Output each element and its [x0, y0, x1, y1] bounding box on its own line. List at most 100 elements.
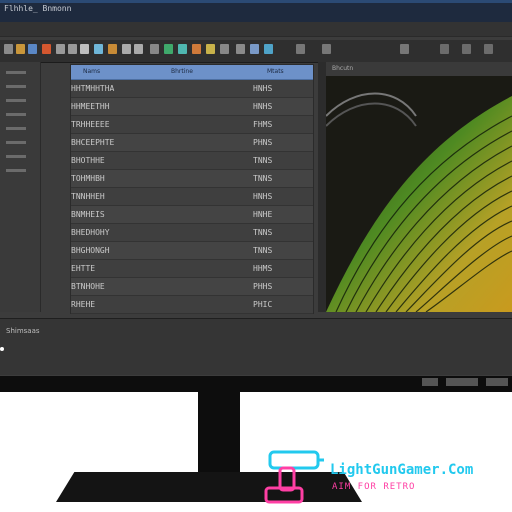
- title-bar-accent: [0, 0, 512, 3]
- table-row[interactable]: BNMHEIS HNHE: [71, 206, 313, 224]
- sidebar: [0, 62, 41, 312]
- open-folder-icon[interactable]: [16, 44, 25, 54]
- sidebar-item[interactable]: [6, 96, 32, 104]
- watermark-logo: LightGunGamer.Com AIM FOR RETRO: [262, 448, 512, 506]
- cell-name: BNMHEIS: [71, 210, 105, 219]
- cell-value: TNNS: [253, 246, 273, 255]
- light-gun-icon: [264, 450, 324, 504]
- cell-name: BTNHOHE: [71, 282, 105, 291]
- table-row[interactable]: HHTMHHTHA HNHS: [71, 80, 313, 98]
- cell-value: HHMS: [253, 264, 273, 273]
- sidebar-item[interactable]: [6, 166, 32, 174]
- save-icon[interactable]: [28, 44, 37, 54]
- sidebar-item[interactable]: [6, 138, 32, 146]
- star-icon[interactable]: [206, 44, 215, 54]
- cut-icon[interactable]: [56, 44, 65, 54]
- image-preview-panel: Bhcutn: [326, 62, 512, 312]
- cell-name: BHOTHHE: [71, 156, 105, 165]
- filter-icon[interactable]: [220, 44, 229, 54]
- undo-icon[interactable]: [122, 44, 131, 54]
- cell-value: HNHS: [253, 102, 273, 111]
- fit-screen-icon[interactable]: [462, 44, 471, 54]
- table-row[interactable]: HHMEETHH HNHS: [71, 98, 313, 116]
- window-title: Flhhle_ Bnmonn: [4, 4, 72, 13]
- cell-name: HHTMHHTHA: [71, 84, 115, 93]
- status-icon[interactable]: [422, 378, 438, 386]
- redo-icon[interactable]: [134, 44, 143, 54]
- fullscreen-icon[interactable]: [484, 44, 493, 54]
- table-row[interactable]: BHCEEPHTE PHNS: [71, 134, 313, 152]
- monitor-bezel: Flhhle_ Bnmonn Nams Bhrtine Mtats HHTMHH…: [0, 0, 512, 392]
- cell-name: EHTTE: [71, 264, 96, 273]
- bottom-panel: Shimsaas: [0, 318, 512, 375]
- title-bar: Flhhle_ Bnmonn: [0, 0, 512, 23]
- cell-name: TRHHEEEE: [71, 120, 110, 129]
- table-row[interactable]: TNNHHEH HNHS: [71, 188, 313, 206]
- menu-bar[interactable]: [0, 22, 512, 37]
- cell-value: PHIC: [253, 300, 273, 309]
- status-icon[interactable]: [446, 378, 478, 386]
- panel-splitter[interactable]: [318, 62, 326, 312]
- grid-icon[interactable]: [164, 44, 173, 54]
- preview-label: Bhcutn: [332, 65, 354, 72]
- table-row[interactable]: BHGHONGH TNNS: [71, 242, 313, 260]
- column-header-size[interactable]: Mtats: [267, 68, 297, 76]
- table-header: Nams Bhrtine Mtats: [71, 65, 313, 80]
- table-row[interactable]: RHEHE PHIC: [71, 296, 313, 314]
- app-window: Flhhle_ Bnmonn Nams Bhrtine Mtats HHTMHH…: [0, 0, 512, 376]
- settings-icon[interactable]: [108, 44, 117, 54]
- cell-value: PHNS: [253, 138, 273, 147]
- thumbnail-view-icon[interactable]: [250, 44, 259, 54]
- file-table: Nams Bhrtine Mtats HHTMHHTHA HNHS HHMEETHH…: [70, 64, 314, 314]
- table-row[interactable]: EHTTE HHMS: [71, 260, 313, 278]
- cell-value: HNHE: [253, 210, 273, 219]
- sidebar-item[interactable]: [6, 82, 32, 90]
- status-icon[interactable]: [486, 378, 508, 386]
- watermark-title: LightGunGamer.Com: [330, 462, 474, 478]
- layers-icon[interactable]: [178, 44, 187, 54]
- list-view-icon[interactable]: [236, 44, 245, 54]
- preview-toolbar: Bhcutn: [326, 62, 512, 76]
- cell-value: TNNS: [253, 174, 273, 183]
- cell-value: TNNS: [253, 156, 273, 165]
- cell-value: PHHS: [253, 282, 273, 291]
- cell-value: HNHS: [253, 84, 273, 93]
- cell-name: BHCEEPHTE: [71, 138, 115, 147]
- cell-name: TOHMHBH: [71, 174, 105, 183]
- sidebar-item[interactable]: [6, 152, 32, 160]
- table-row[interactable]: TRHHEEEE FHMS: [71, 116, 313, 134]
- mouse-cursor: [0, 347, 4, 351]
- cell-name: HHMEETHH: [71, 102, 110, 111]
- image-icon[interactable]: [94, 44, 103, 54]
- table-row[interactable]: BHEDHOHY TNNS: [71, 224, 313, 242]
- cell-value: FHMS: [253, 120, 273, 129]
- preview-image: [326, 76, 512, 312]
- table-row[interactable]: BTNHOHE PHHS: [71, 278, 313, 296]
- bottom-panel-title: Shimsaas: [6, 327, 40, 335]
- table-row[interactable]: BHOTHHE TNNS: [71, 152, 313, 170]
- warning-icon[interactable]: [42, 44, 51, 54]
- home-icon[interactable]: [4, 44, 13, 54]
- sidebar-item[interactable]: [6, 110, 32, 118]
- cell-value: TNNS: [253, 228, 273, 237]
- help-icon[interactable]: [322, 44, 331, 54]
- column-header-date[interactable]: Bhrtine: [171, 68, 211, 76]
- table-row[interactable]: TOHMHBH TNNS: [71, 170, 313, 188]
- watermark-subtitle: AIM FOR RETRO: [332, 482, 416, 492]
- info-icon[interactable]: [296, 44, 305, 54]
- cell-name: RHEHE: [71, 300, 96, 309]
- cell-name: BHGHONGH: [71, 246, 110, 255]
- zoom-icon[interactable]: [150, 44, 159, 54]
- tag-icon[interactable]: [192, 44, 201, 54]
- panel-toggle-icon[interactable]: [400, 44, 409, 54]
- toolbar: [0, 40, 512, 63]
- maximize-icon[interactable]: [440, 44, 449, 54]
- copy-icon[interactable]: [68, 44, 77, 54]
- cell-name: TNNHHEH: [71, 192, 105, 201]
- sidebar-item[interactable]: [6, 68, 32, 76]
- column-header-name[interactable]: Nams: [83, 68, 113, 76]
- cell-value: HNHS: [253, 192, 273, 201]
- paste-icon[interactable]: [80, 44, 89, 54]
- sidebar-item[interactable]: [6, 124, 32, 132]
- refresh-icon[interactable]: [264, 44, 273, 54]
